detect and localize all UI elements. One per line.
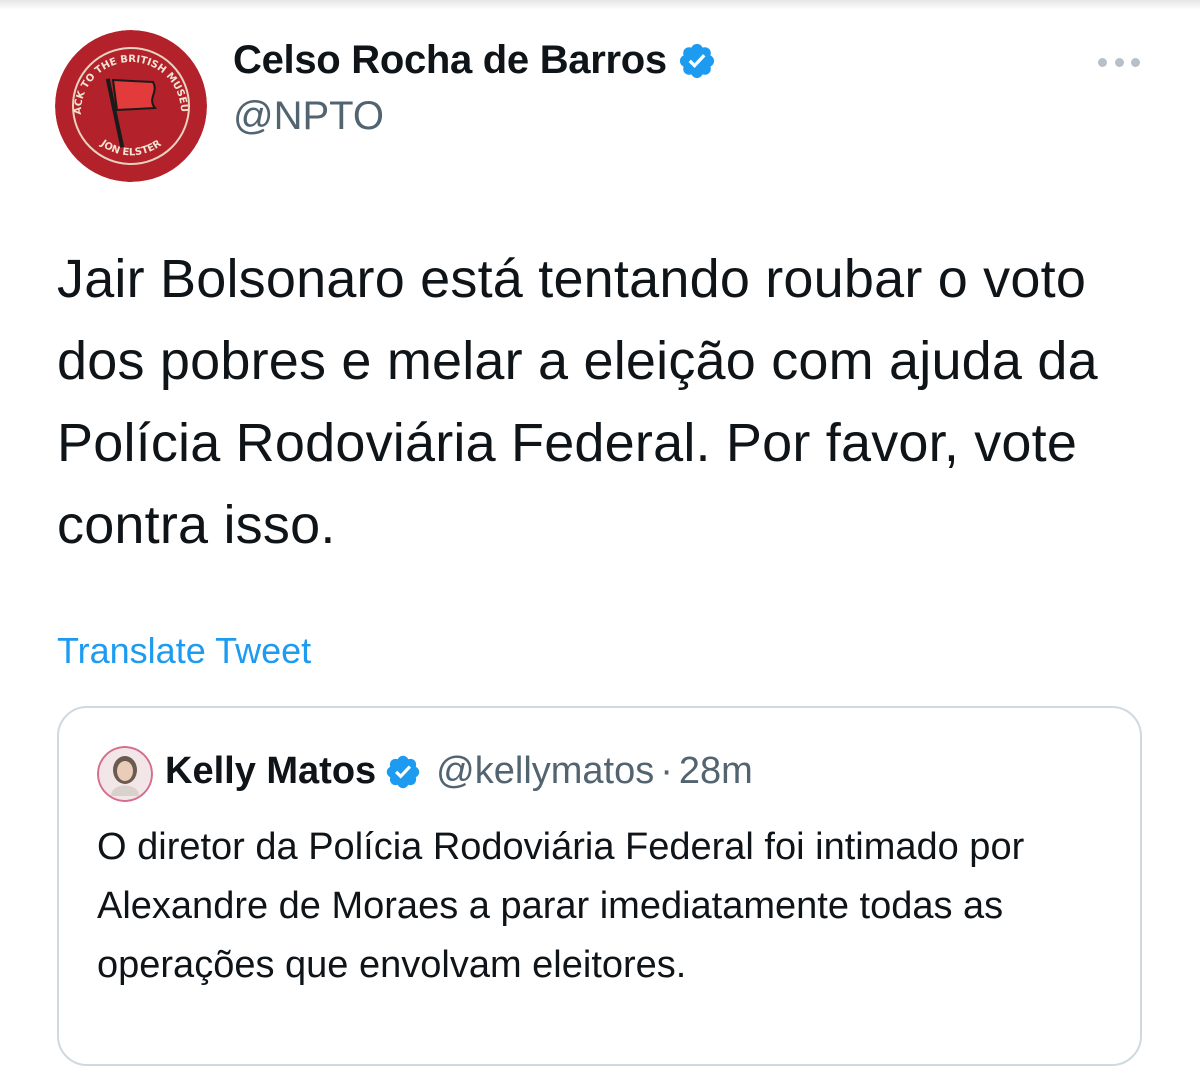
quoted-handle[interactable]: @kellymatos xyxy=(436,750,654,793)
verified-badge-icon xyxy=(677,41,717,81)
author-display-name[interactable]: Celso Rocha de Barros xyxy=(233,38,667,83)
quoted-author-avatar[interactable] xyxy=(97,746,153,802)
quoted-timestamp[interactable]: 28m xyxy=(679,750,753,793)
quoted-tweet-text: O diretor da Polícia Rodoviária Federal … xyxy=(97,826,1025,986)
top-edge-shadow xyxy=(0,0,1200,10)
avatar-flag-logo: BACK TO THE BRITISH MUSEUM JON ELSTER xyxy=(55,30,207,182)
author-handle[interactable]: @NPTO xyxy=(233,94,384,139)
quoted-tweet-header: Kelly Matos @kellymatos · 28m xyxy=(165,750,753,793)
more-dot xyxy=(1131,57,1140,67)
translate-tweet-link[interactable]: Translate Tweet xyxy=(57,630,311,672)
author-avatar[interactable]: BACK TO THE BRITISH MUSEUM JON ELSTER xyxy=(55,30,207,182)
separator-dot: · xyxy=(660,750,673,792)
tweet-text: Jair Bolsonaro está tentando roubar o vo… xyxy=(57,249,1098,555)
verified-badge-icon xyxy=(384,753,422,791)
author-name-row[interactable]: Celso Rocha de Barros xyxy=(233,38,717,83)
more-dot xyxy=(1114,57,1124,67)
more-horizontal-icon[interactable] xyxy=(1098,52,1140,72)
quoted-tweet-card[interactable]: Kelly Matos @kellymatos · 28m O diretor … xyxy=(57,706,1142,1066)
more-dot xyxy=(1098,57,1107,67)
quoted-display-name[interactable]: Kelly Matos xyxy=(165,750,376,793)
